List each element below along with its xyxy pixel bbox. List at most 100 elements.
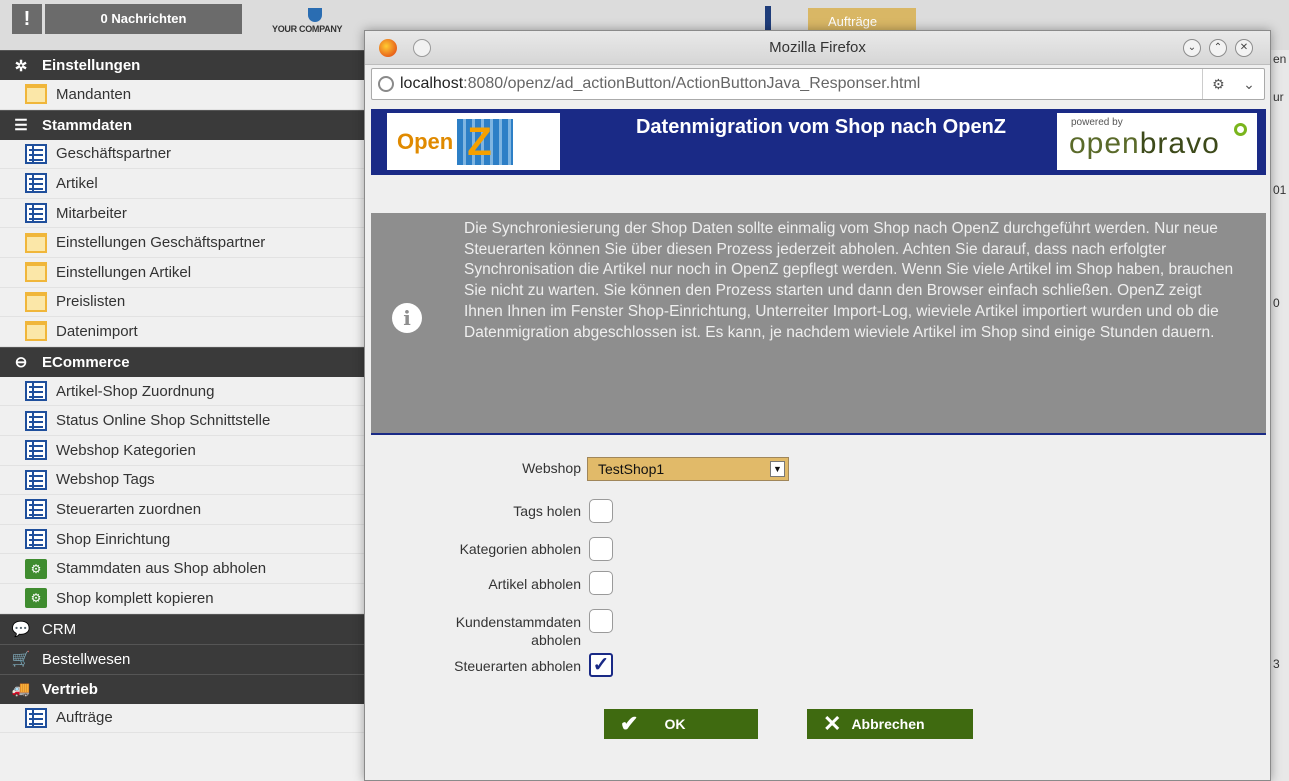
form-row-webshop: Webshop TestShop1 ▼ [371,457,871,487]
ok-button[interactable]: ✔ OK [604,709,758,739]
list-icon [25,440,47,461]
sidebar-item-webshop-tags[interactable]: Webshop Tags [0,466,368,496]
dropdown-arrow-icon[interactable]: ▼ [770,461,785,477]
power-icon [1234,123,1247,136]
dialog-title: Datenmigration vom Shop nach OpenZ [635,116,1007,138]
sidebar-item-label: Shop Einrichtung [56,530,171,548]
firefox-logo-icon [379,39,397,57]
info-icon: i [392,303,422,333]
list-icon [25,381,47,402]
close-icon: ✕ [823,711,842,736]
wordmark-part: open [1069,127,1140,160]
sidebar-item-status-shop[interactable]: Status Online Shop Schnittstelle [0,406,368,436]
sidebar-item-mandanten[interactable]: Mandanten [0,80,368,110]
sidebar-section-einstellungen[interactable]: ✲ Einstellungen [0,50,368,80]
messages-counter[interactable]: 0 Nachrichten [45,4,242,34]
sidebar-item-preislisten[interactable]: Preislisten [0,288,368,318]
sidebar-section-ecommerce[interactable]: ⊖ ECommerce [0,346,368,377]
webshop-label: Webshop [522,460,581,476]
list-icon [25,410,47,431]
sidebar-item-mitarbeiter[interactable]: Mitarbeiter [0,199,368,229]
permissions-icon[interactable]: ⚙ [1212,76,1225,93]
chevron-down-icon[interactable]: ⌄ [1243,76,1255,93]
openz-logo: Open Z [387,113,560,170]
sidebar-section-bestellwesen[interactable]: 🛒 Bestellwesen [0,643,368,674]
sidebar-item-label: Geschäftspartner [56,145,172,163]
section-label: ECommerce [42,353,130,371]
sidebar-item-steuerarten[interactable]: Steuerarten zuordnen [0,495,368,525]
sidebar-item-webshop-kategorien[interactable]: Webshop Kategorien [0,436,368,466]
globe-icon [378,76,394,92]
sidebar-item-label: Stammdaten aus Shop abholen [56,560,267,578]
section-label: CRM [42,620,77,638]
list-icon [25,173,47,194]
close-button[interactable]: ✕ [1235,39,1253,57]
dialog-header: Open Z Datenmigration vom Shop nach Open… [371,109,1266,175]
cancel-button[interactable]: ✕ Abbrechen [807,709,973,739]
sidebar-item-geschaeftspartner[interactable]: Geschäftspartner [0,140,368,170]
sidebar-item-artikel[interactable]: Artikel [0,169,368,199]
list-icon [25,707,47,728]
window-menu-button[interactable] [413,39,431,57]
list-icon [25,469,47,490]
sidebar-section-vertrieb[interactable]: 🚚 Vertrieb [0,673,368,704]
sidebar-item-einstellungen-gp[interactable]: Einstellungen Geschäftspartner [0,228,368,258]
wordmark-part: bravo [1139,127,1220,160]
sidebar-item-label: Datenimport [56,322,138,340]
sidebar-item-einstellungen-artikel[interactable]: Einstellungen Artikel [0,258,368,288]
cart-icon: 🛒 [11,651,31,668]
sidebar-item-label: Webshop Kategorien [56,441,196,459]
form-row-kunden: Kundenstammdaten abholen [371,609,871,651]
background-text: en [1273,52,1287,66]
kunden-label: Kundenstammdaten abholen [381,613,581,649]
sidebar-item-label: Shop komplett kopieren [56,589,214,607]
sidebar-item-auftraege[interactable]: Aufträge [0,704,368,734]
url-bar[interactable]: localhost:8080/openz/ad_actionButton/Act… [371,68,1265,100]
url-host: localhost [400,75,464,92]
artikel-checkbox[interactable] [589,571,613,595]
sidebar-section-crm[interactable]: 💬 CRM [0,613,368,644]
truck-icon: 🚚 [11,681,31,698]
company-name: YOUR COMPANY [272,24,343,34]
list-icon [25,203,47,224]
minus-circle-icon: ⊖ [14,354,28,372]
sidebar-item-shop-kopieren[interactable]: ⚙ Shop komplett kopieren [0,584,368,614]
sidebar-item-label: Webshop Tags [56,471,155,489]
sidebar-section-stammdaten[interactable]: ☰ Stammdaten [0,109,368,140]
folder-icon [25,262,47,283]
sidebar-item-shop-einrichtung[interactable]: Shop Einrichtung [0,525,368,555]
kunden-checkbox[interactable] [589,609,613,633]
kunden-label-line: abholen [531,632,581,648]
openbravo-wordmark: openbravo [1069,127,1220,161]
logo-text: Open [397,128,454,154]
tags-label: Tags holen [513,503,581,519]
warning-icon[interactable]: ! [12,4,42,34]
sidebar-item-datenimport[interactable]: Datenimport [0,317,368,347]
window-titlebar[interactable]: Mozilla Firefox ⌄ ⌃ ✕ [365,31,1270,65]
kategorien-checkbox[interactable] [589,537,613,561]
background-text: ur [1273,90,1284,104]
url-path: :8080/openz/ad_actionButton/ActionButton… [463,75,921,92]
list-icon [25,143,47,164]
steuerarten-checkbox[interactable]: ✓ [589,653,613,677]
sidebar-item-stammdaten-abholen[interactable]: ⚙ Stammdaten aus Shop abholen [0,554,368,584]
company-logo-icon [308,8,322,22]
sidebar-item-artikel-shop[interactable]: Artikel-Shop Zuordnung [0,377,368,407]
info-message: i Die Synchroniesierung der Shop Daten s… [371,213,1266,435]
maximize-button[interactable]: ⌃ [1209,39,1227,57]
process-gear-icon: ⚙ [25,558,47,579]
sidebar-item-label: Mandanten [56,85,132,103]
sidebar: ✲ Einstellungen Mandanten ☰ Stammdaten G… [0,50,368,781]
kategorien-label: Kategorien abholen [459,541,581,557]
sidebar-item-label: Preislisten [56,293,126,311]
minimize-button[interactable]: ⌄ [1183,39,1201,57]
sidebar-item-label: Mitarbeiter [56,204,127,222]
sidebar-item-label: Aufträge [56,709,113,727]
tags-checkbox[interactable] [589,499,613,523]
artikel-label: Artikel abholen [488,576,581,592]
background-text: 01 [1273,183,1287,197]
webshop-select[interactable]: TestShop1 ▼ [587,457,789,481]
form-row-steuerarten: Steuerarten abholen ✓ [371,653,871,683]
folder-icon [25,84,47,105]
window-title: Mozilla Firefox [769,39,866,56]
